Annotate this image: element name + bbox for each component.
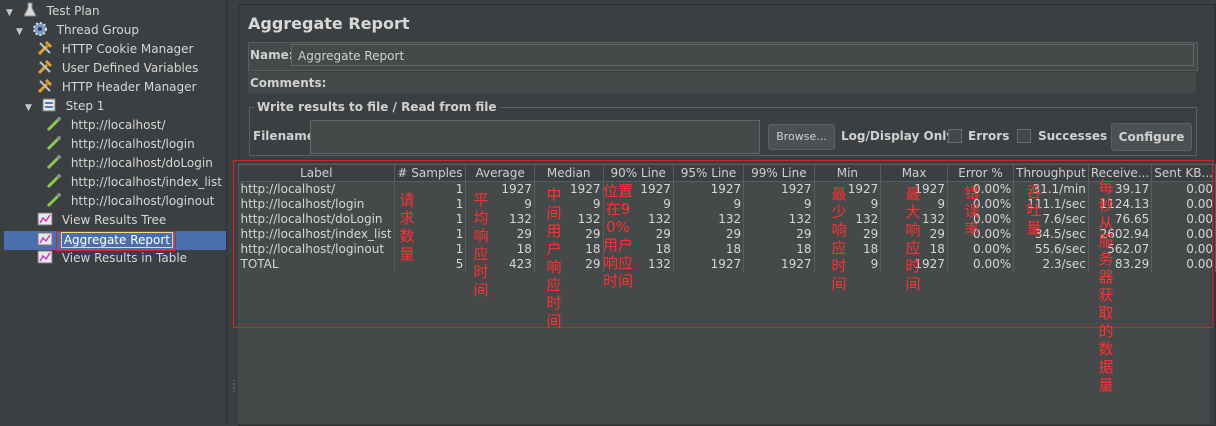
tree-item-sampler[interactable]: http://localhost/loginout [46,192,214,211]
gear-icon [32,21,48,37]
tree-item-sampler[interactable]: http://localhost/login [46,135,195,154]
name-label: Name: [250,48,294,62]
tree-item-label: http://localhost/index_list [70,175,222,189]
controller-icon [41,97,57,113]
annotation-samples: 请求数量 [399,191,415,263]
tree-item-label: http://localhost/doLogin [70,156,213,170]
page-title: Aggregate Report [248,14,410,33]
annotation-box [233,160,1213,328]
flask-icon [22,2,38,18]
expand-toggle-icon[interactable]: ▼ [25,99,35,118]
pipette-icon [46,154,62,170]
pipette-icon [46,173,62,189]
expand-toggle-icon[interactable]: ▼ [6,4,16,23]
file-section-title: Write results to file / Read from file [254,100,500,114]
successes-label: Successes [1038,129,1108,143]
configure-button[interactable]: Configure [1111,123,1192,151]
chart-icon [37,231,53,247]
tree-item-http-header-manager[interactable]: HTTP Header Manager [37,78,196,97]
annotation-error: 错误率 [964,184,980,238]
wrench-icon [37,78,53,94]
tree-item-label: HTTP Header Manager [61,80,197,94]
annotation-average: 平均响应时间 [473,191,489,299]
tree-item-view-results-tree[interactable]: View Results Tree [37,211,166,230]
tree-item-sampler[interactable]: http://localhost/index_list [46,173,222,192]
filename-label: Filename [253,129,315,143]
tree-item-thread-group[interactable]: ▼ Thread Group [16,21,139,40]
tree-item-user-defined-variables[interactable]: User Defined Variables [37,59,198,78]
pipette-icon [46,135,62,151]
tree-item-label: HTTP Cookie Manager [61,42,194,56]
annotation-min: 最少响应时间 [831,185,847,293]
successes-checkbox[interactable] [1017,129,1031,143]
chart-icon [37,211,53,227]
chart-icon [37,249,53,265]
tree-item-label: Test Plan [46,4,100,18]
tree-item-label: http://localhost/login [70,137,195,151]
tree-item-label: Step 1 [65,99,105,113]
expand-toggle-icon[interactable]: ▼ [16,23,26,42]
browse-button[interactable]: Browse... [768,124,835,150]
name-input[interactable]: Aggregate Report [291,44,1194,66]
wrench-icon [37,59,53,75]
pipette-icon [46,192,62,208]
annotation-throughput: 吞吐量 [1026,183,1042,237]
annotation-median: 中间用户响应时间 [546,186,562,330]
tree-item-label: User Defined Variables [61,61,199,75]
tree-item-http-cookie-manager[interactable]: HTTP Cookie Manager [37,40,194,59]
tree-item-step-1[interactable]: ▼ Step 1 [25,97,104,116]
pipette-icon [46,116,62,132]
annotation-received: 每秒从服务器获取的数据量 [1098,178,1114,394]
errors-checkbox[interactable] [948,129,962,143]
selection-annotation-box [56,231,176,251]
tree-item-sampler[interactable]: http://localhost/doLogin [46,154,213,173]
tree-item-sampler[interactable]: http://localhost/ [46,116,166,135]
tree-item-label: http://localhost/loginout [70,194,215,208]
comments-row[interactable] [248,72,1196,93]
tree-item-label: View Results in Table [61,251,188,265]
tree-item-label: http://localhost/ [70,118,166,132]
filename-input[interactable] [310,120,760,154]
tree-item-view-results-in-table[interactable]: View Results in Table [37,249,187,268]
comments-label: Comments: [250,76,327,90]
errors-label: Errors [968,129,1010,143]
log-display-label: Log/Display Only: [841,129,959,143]
tree-item-label: View Results Tree [61,213,167,227]
annotation-90-line: 位置在90%用户响应时间 [602,182,633,290]
annotation-max: 最大响应时间 [905,185,921,293]
tree-item-label: Thread Group [56,23,139,37]
wrench-icon [37,40,53,56]
tree-item-test-plan[interactable]: ▼ Test Plan [6,2,100,21]
